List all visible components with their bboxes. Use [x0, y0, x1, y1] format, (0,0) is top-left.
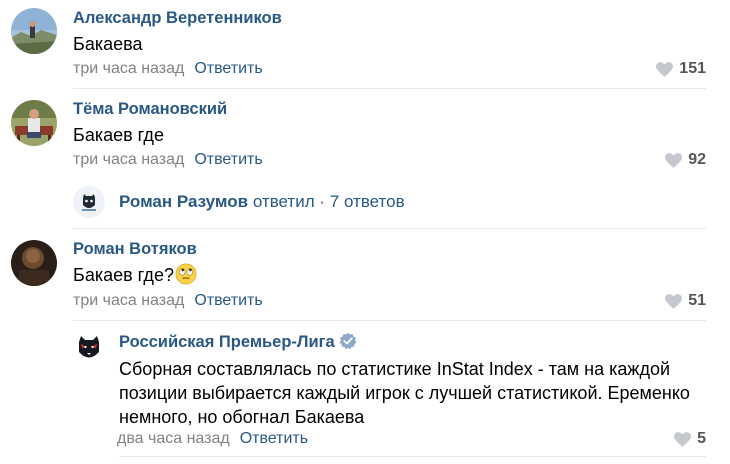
reply-button[interactable]: Ответить — [194, 151, 262, 168]
rolling-eyes-emoji-icon — [175, 263, 197, 285]
like-count: 51 — [688, 292, 706, 309]
thread-replies-count[interactable]: 7 ответов — [330, 192, 405, 211]
comment-meta: три часа назад Ответить — [73, 151, 263, 169]
avatar-person-on-bench-photo[interactable] — [11, 100, 57, 146]
comment-author[interactable]: Тёма Романовский — [73, 100, 227, 119]
like-button[interactable]: 92 — [665, 151, 706, 169]
reply-text-line: Сборная составлялась по статистике InSta… — [119, 359, 671, 379]
like-button[interactable]: 151 — [656, 60, 706, 78]
thread-author-name[interactable]: Роман Разумов — [119, 192, 248, 211]
like-button[interactable]: 5 — [674, 430, 706, 448]
heart-icon — [656, 61, 674, 77]
like-count: 151 — [679, 60, 706, 77]
reply-author: Российская Премьер-Лига — [119, 332, 357, 352]
comment-meta: три часа назад Ответить — [73, 60, 263, 78]
avatar-dark-portrait-photo[interactable] — [11, 240, 57, 286]
reply-meta: два часа назад Ответить — [117, 430, 308, 448]
comment-time[interactable]: три часа назад — [73, 151, 184, 168]
comment-text-content: Бакаев где? — [73, 265, 174, 285]
comment-text: Бакаева — [73, 34, 143, 54]
separator — [119, 456, 706, 457]
reply-text-line: немного, но обогнал Бакаева — [119, 407, 365, 427]
like-count: 5 — [697, 430, 706, 447]
reply-button[interactable]: Ответить — [240, 430, 308, 447]
heart-icon — [665, 152, 683, 168]
reply-button[interactable]: Ответить — [194, 60, 262, 77]
heart-icon — [665, 293, 683, 309]
avatar-rpl-bear-logo[interactable] — [73, 332, 105, 364]
comment-meta: три часа назад Ответить — [73, 292, 263, 310]
thread-replied-label: ответил — [252, 192, 315, 211]
verified-icon — [339, 332, 357, 350]
comment-time[interactable]: три часа назад — [73, 292, 184, 309]
separator — [73, 320, 706, 321]
comment-text: Бакаев где — [73, 125, 164, 145]
thread-dot: · — [319, 192, 326, 211]
separator — [73, 88, 706, 89]
reply-button[interactable]: Ответить — [194, 292, 262, 309]
comment-author[interactable]: Александр Веретенников — [73, 9, 282, 28]
like-button[interactable]: 51 — [665, 292, 706, 310]
separator — [73, 228, 706, 229]
heart-icon — [674, 431, 692, 447]
comment-author[interactable]: Роман Вотяков — [73, 240, 197, 259]
like-count: 92 — [688, 151, 706, 168]
reply-author-name[interactable]: Российская Премьер-Лига — [119, 333, 335, 351]
avatar-thread-author[interactable] — [73, 186, 105, 218]
reply-time[interactable]: два часа назад — [117, 430, 230, 447]
avatar-landscape-photo[interactable] — [11, 8, 57, 54]
reply-text-line: позиции выбирается каждый игрок с лучшей… — [119, 383, 690, 403]
comment-time[interactable]: три часа назад — [73, 60, 184, 77]
comment-text: Бакаев где? — [73, 263, 197, 287]
